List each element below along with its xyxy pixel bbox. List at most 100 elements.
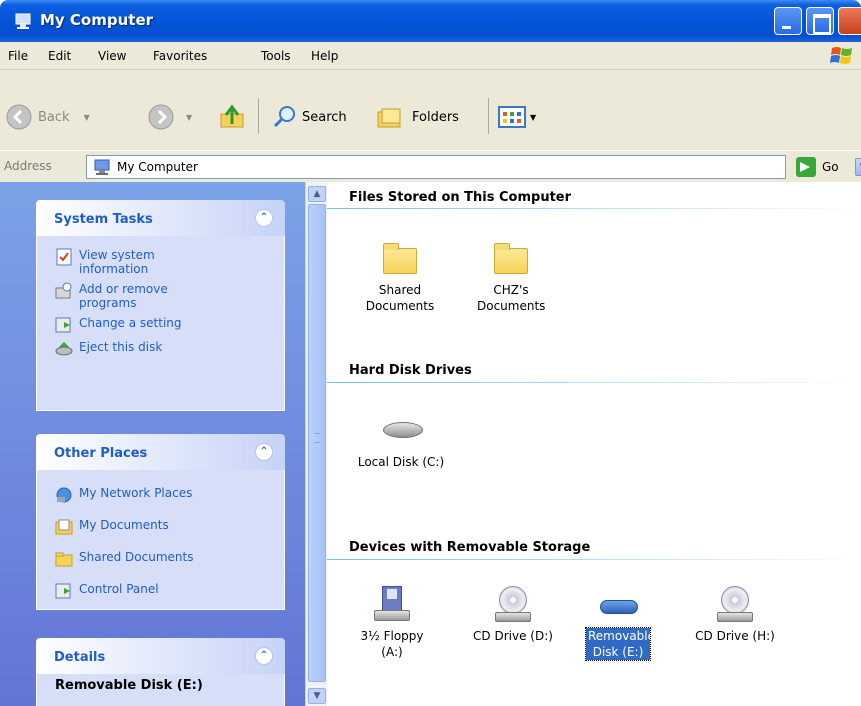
my-documents-icon <box>55 519 73 535</box>
go-arrow-icon <box>796 157 816 177</box>
title-bar[interactable]: My Computer <box>0 0 861 42</box>
minimize-button[interactable] <box>774 7 802 35</box>
system-tasks-title: System Tasks <box>54 212 153 227</box>
up-folder-icon <box>220 104 244 128</box>
task-change-a-setting[interactable]: Change a setting <box>37 314 284 336</box>
other-places-header[interactable]: Other Places ⌃ <box>36 434 285 470</box>
group-files-stored-header: Files Stored on This Computer <box>349 190 572 205</box>
item-local-disk-c[interactable]: Local Disk (C:) <box>346 412 456 470</box>
item-label: CHZ's Documents <box>477 283 546 313</box>
back-arrow-icon <box>6 104 32 130</box>
cd-drive-icon <box>495 586 531 622</box>
menu-edit[interactable]: Edit <box>48 49 71 63</box>
folder-icon <box>382 240 418 276</box>
eject-disk-icon <box>55 342 73 356</box>
up-folder-button[interactable] <box>218 102 246 130</box>
group-removable-storage-header: Devices with Removable Storage <box>349 540 591 555</box>
search-icon <box>273 106 295 128</box>
control-panel-icon <box>55 317 71 333</box>
back-label: Back <box>38 109 70 125</box>
item-label: 3½ Floppy (A:) <box>360 629 424 659</box>
task-pane-scrollbar[interactable]: ▲ ▼ <box>305 182 327 706</box>
item-label: Local Disk (C:) <box>357 455 445 469</box>
floppy-drive-icon <box>374 586 410 622</box>
views-button[interactable]: ▼ <box>498 106 536 128</box>
folders-icon <box>377 108 401 128</box>
task-add-or-remove-programs[interactable]: Add or remove programs <box>37 280 284 312</box>
item-removable-disk-e[interactable]: Removable Disk (E:) <box>568 586 668 661</box>
back-dropdown-icon[interactable]: ▼ <box>84 113 90 122</box>
views-icon <box>498 106 526 128</box>
shared-folder-icon <box>55 552 73 567</box>
windows-logo-icon <box>830 47 852 64</box>
toolbar-separator <box>258 98 259 134</box>
forward-dropdown-icon[interactable]: ▼ <box>186 113 192 122</box>
group-hard-disk-drives-header: Hard Disk Drives <box>349 363 472 378</box>
other-places-panel: Other Places ⌃ My Network Places My Docu… <box>36 434 285 610</box>
address-value: My Computer <box>117 160 198 174</box>
toolbar-separator <box>488 98 489 134</box>
item-floppy-a[interactable]: 3½ Floppy (A:) <box>342 586 442 660</box>
item-shared-documents[interactable]: Shared Documents <box>350 240 450 314</box>
cd-drive-icon <box>717 586 753 622</box>
toolbar: Back ▼ ▼ Search Folders ▼ <box>0 70 861 160</box>
group-divider <box>327 382 861 383</box>
scroll-down-arrow-icon[interactable]: ▼ <box>308 688 326 704</box>
task-view-system-information[interactable]: View system information <box>37 246 284 278</box>
my-computer-icon <box>94 159 110 175</box>
window-title: My Computer <box>40 11 154 29</box>
maximize-button[interactable] <box>806 7 834 35</box>
menu-file[interactable]: File <box>8 49 28 63</box>
group-divider <box>327 208 861 209</box>
item-chz-documents[interactable]: CHZ's Documents <box>461 240 561 314</box>
item-label: Removable Disk (E:) <box>585 627 656 661</box>
details-panel: Details ⌃ Removable Disk (E:) <box>36 638 285 706</box>
address-label: Address <box>4 159 52 173</box>
item-cd-drive-h[interactable]: CD Drive (H:) <box>685 586 785 644</box>
menu-bar: File Edit View Favorites Tools Help <box>0 42 861 70</box>
network-places-icon <box>56 487 72 503</box>
scroll-up-arrow-icon[interactable]: ▲ <box>308 186 326 202</box>
folder-icon <box>493 240 529 276</box>
close-button[interactable] <box>838 7 861 35</box>
views-dropdown-icon[interactable]: ▼ <box>530 113 536 122</box>
folders-button[interactable]: Folders <box>376 104 459 130</box>
address-input[interactable]: My Computer ▼ <box>86 155 861 179</box>
go-label: Go <box>822 160 839 174</box>
place-my-network-places[interactable]: My Network Places <box>37 484 284 506</box>
details-header[interactable]: Details ⌃ <box>36 638 285 674</box>
group-divider <box>327 559 861 560</box>
address-dropdown-button[interactable]: ▼ <box>855 158 861 176</box>
back-button[interactable]: Back ▼ <box>6 104 90 130</box>
system-info-icon <box>56 248 72 266</box>
details-selected-name: Removable Disk (E:) <box>55 678 203 693</box>
menu-favorites[interactable]: Favorites <box>153 49 207 63</box>
details-title: Details <box>54 650 106 665</box>
menu-view[interactable]: View <box>98 49 126 63</box>
search-button[interactable]: Search <box>272 104 347 130</box>
collapse-icon[interactable]: ⌃ <box>255 443 273 461</box>
menu-tools[interactable]: Tools <box>261 49 291 63</box>
collapse-icon[interactable]: ⌃ <box>255 647 273 665</box>
my-computer-icon <box>15 13 31 29</box>
task-pane: System Tasks ⌃ View system information A… <box>0 182 305 706</box>
place-my-documents[interactable]: My Documents <box>37 516 284 538</box>
menu-help[interactable]: Help <box>311 49 338 63</box>
place-control-panel[interactable]: Control Panel <box>37 580 284 602</box>
forward-button[interactable]: ▼ <box>148 104 192 130</box>
scroll-thumb[interactable] <box>308 204 326 682</box>
item-label: CD Drive (H:) <box>695 629 775 643</box>
hard-disk-icon <box>383 412 423 448</box>
task-eject-this-disk[interactable]: Eject this disk <box>37 338 284 360</box>
item-label: CD Drive (D:) <box>473 629 553 643</box>
item-cd-drive-d[interactable]: CD Drive (D:) <box>463 586 563 644</box>
place-shared-documents[interactable]: Shared Documents <box>37 548 284 570</box>
removable-disk-icon <box>600 586 638 622</box>
search-label: Search <box>302 109 347 125</box>
go-button[interactable]: Go <box>796 157 839 177</box>
address-bar: Address My Computer ▼ Go <box>0 150 861 182</box>
system-tasks-panel: System Tasks ⌃ View system information A… <box>36 200 285 411</box>
collapse-icon[interactable]: ⌃ <box>255 209 273 227</box>
item-label: Shared Documents <box>365 283 435 313</box>
system-tasks-header[interactable]: System Tasks ⌃ <box>36 200 285 236</box>
